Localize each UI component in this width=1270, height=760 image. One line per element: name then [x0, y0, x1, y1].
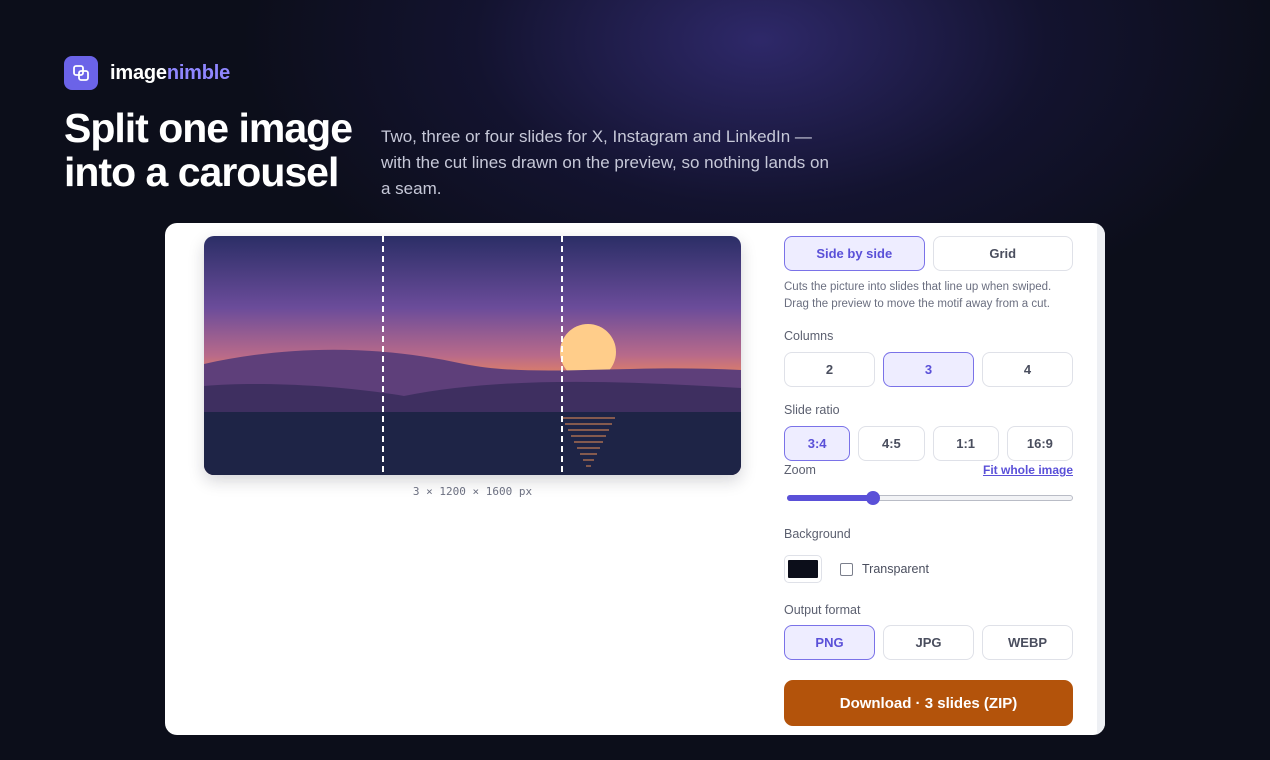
- transparent-label: Transparent: [862, 562, 929, 576]
- mode-tabs: Side by side Grid: [784, 236, 1073, 271]
- output-format-label: Output format: [784, 603, 861, 617]
- tab-grid[interactable]: Grid: [932, 236, 1073, 271]
- output-format-options: PNG JPG WEBP: [784, 625, 1073, 660]
- brand-name: imagenimble: [110, 62, 230, 85]
- columns-option-2[interactable]: 2: [784, 352, 875, 387]
- editor-card: 3 × 1200 × 1600 px Side by side Grid Cut…: [165, 223, 1105, 735]
- mode-description: Cuts the picture into slides that line u…: [784, 281, 1052, 310]
- format-option-png[interactable]: PNG: [784, 625, 875, 660]
- format-option-webp[interactable]: WEBP: [982, 625, 1073, 660]
- image-preview[interactable]: [204, 236, 741, 475]
- columns-label: Columns: [784, 329, 834, 343]
- zoom-slider-thumb[interactable]: [865, 491, 880, 505]
- zoom-label: Zoom: [784, 463, 816, 477]
- slide-ratio-options: 3:4 4:5 1:1 16:9: [784, 426, 1073, 461]
- zoom-header: Zoom Fit whole image: [784, 463, 1073, 477]
- slide-ratio-label: Slide ratio: [784, 403, 840, 417]
- tab-side-by-side[interactable]: Side by side: [784, 236, 925, 271]
- brand[interactable]: imagenimble: [64, 56, 230, 90]
- page-subtitle: Two, three or four slides for X, Instagr…: [381, 127, 829, 198]
- output-dimensions: 3 × 1200 × 1600 px: [412, 485, 533, 498]
- background-row: Transparent: [784, 555, 1073, 583]
- swatch-color: [788, 560, 818, 578]
- download-button[interactable]: Download · 3 slides (ZIP): [784, 680, 1073, 726]
- ratio-option-3-4[interactable]: 3:4: [784, 426, 851, 461]
- zoom-slider[interactable]: [784, 491, 1073, 505]
- transparent-checkbox[interactable]: [840, 562, 853, 576]
- ratio-option-4-5[interactable]: 4:5: [858, 426, 925, 461]
- brand-name-part1: image: [110, 61, 167, 84]
- settings-panel: Side by side Grid Cuts the picture into …: [784, 236, 1073, 726]
- background-color-swatch[interactable]: [784, 555, 822, 583]
- fit-whole-image-link[interactable]: Fit whole image: [983, 463, 1073, 477]
- scrollbar[interactable]: [1097, 223, 1105, 735]
- ratio-option-1-1[interactable]: 1:1: [932, 426, 999, 461]
- preview-image: [204, 236, 741, 475]
- columns-option-4[interactable]: 4: [982, 352, 1073, 387]
- layers-icon: [64, 56, 98, 90]
- columns-option-3[interactable]: 3: [883, 352, 974, 387]
- page-title: Split one image into a carousel: [64, 105, 353, 195]
- background-label: Background: [784, 527, 851, 541]
- ratio-option-16-9[interactable]: 16:9: [1006, 426, 1073, 461]
- format-option-jpg[interactable]: JPG: [883, 625, 974, 660]
- zoom-slider-fill: [787, 495, 873, 501]
- brand-name-part2: nimble: [166, 61, 231, 84]
- columns-options: 2 3 4: [784, 352, 1073, 387]
- transparent-toggle[interactable]: Transparent: [840, 562, 929, 576]
